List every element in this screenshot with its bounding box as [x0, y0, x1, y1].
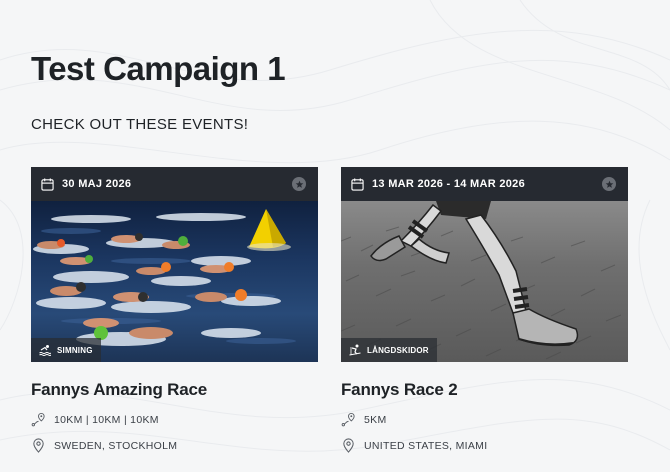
calendar-icon [41, 177, 54, 191]
star-icon [605, 180, 613, 188]
route-pin-icon [31, 412, 45, 427]
event-title[interactable]: Fannys Amazing Race [31, 380, 207, 400]
event-distances: 5KM [341, 412, 387, 427]
route-pin-icon [341, 412, 355, 427]
location-text: SWEDEN, STOCKHOLM [54, 439, 178, 452]
event-card[interactable]: 30 MAJ 2026 SIMNING Fannys Amazing Race … [31, 167, 318, 453]
distance-text: 10KM | 10KM | 10KM [54, 413, 159, 426]
page-subtitle: CHECK OUT THESE EVENTS! [31, 116, 249, 133]
favorite-button[interactable] [602, 177, 616, 191]
event-image[interactable]: LÅNGDSKIDOR [341, 201, 628, 362]
event-card-header: 30 MAJ 2026 [31, 167, 318, 201]
sport-label: LÅNGDSKIDOR [367, 345, 429, 355]
star-icon [295, 180, 303, 188]
event-date: 13 MAR 2026 - 14 MAR 2026 [372, 178, 526, 190]
favorite-button[interactable] [292, 177, 306, 191]
page-title: Test Campaign 1 [31, 50, 286, 87]
event-location: UNITED STATES, MIAMI [341, 438, 487, 453]
swimming-icon [39, 345, 51, 356]
sport-tag: SIMNING [31, 338, 101, 362]
event-card-header: 13 MAR 2026 - 14 MAR 2026 [341, 167, 628, 201]
sport-label: SIMNING [57, 345, 93, 355]
location-text: UNITED STATES, MIAMI [364, 439, 488, 452]
distance-text: 5KM [364, 413, 387, 426]
event-card[interactable]: 13 MAR 2026 - 14 MAR 2026 LÅNGDSKIDOR Fa… [341, 167, 628, 453]
event-distances: 10KM | 10KM | 10KM [31, 412, 159, 427]
map-pin-icon [33, 438, 44, 453]
calendar-icon [351, 177, 364, 191]
skiing-icon [349, 344, 361, 356]
map-pin-icon [343, 438, 354, 453]
sport-tag: LÅNGDSKIDOR [341, 338, 437, 362]
event-title[interactable]: Fannys Race 2 [341, 380, 458, 400]
event-image[interactable]: SIMNING [31, 201, 318, 362]
event-location: SWEDEN, STOCKHOLM [31, 438, 177, 453]
event-date: 30 MAJ 2026 [62, 178, 132, 190]
